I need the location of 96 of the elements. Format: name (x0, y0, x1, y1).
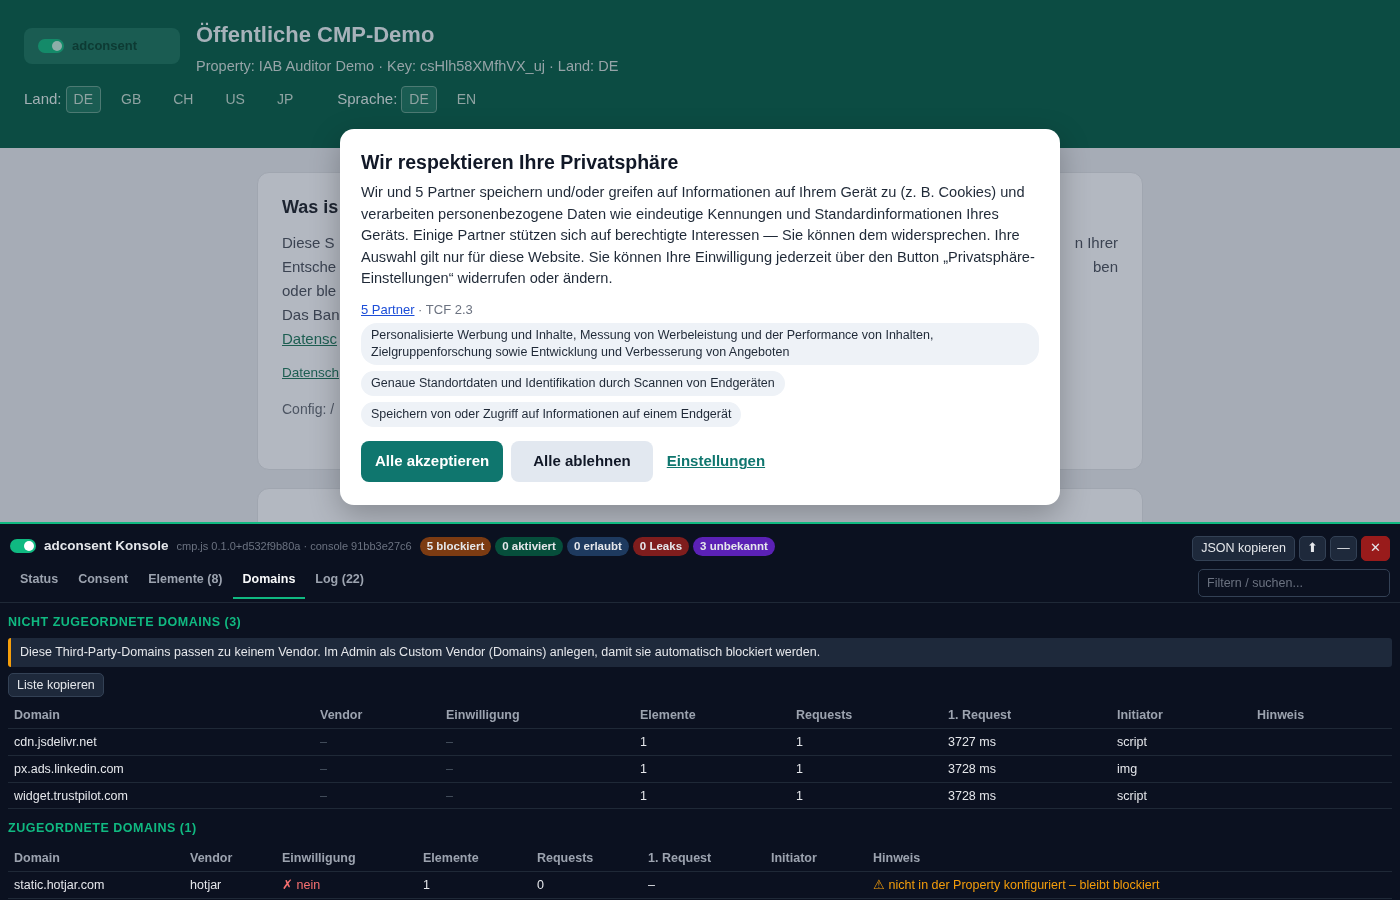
console-tab[interactable]: Status (10, 564, 69, 599)
version-text: cmp.js 0.1.0+d532f9b80a · console 91bb3e27c6 (176, 538, 412, 554)
table-cell: – (446, 788, 453, 803)
purpose-tag: Speichern von oder Zugriff auf Informationen auf einem Endgerät (361, 402, 742, 428)
page-subtitle: Property: IAB Auditor Demo · Key: csHlh58XMfhVX_uj · Land: DE (196, 57, 619, 77)
dialog-title: Wir respektieren Ihre Privatsphäre (361, 151, 680, 175)
column-header: Elemente (417, 844, 531, 872)
column-header: Hinweis (867, 844, 1392, 872)
table-cell: 1 (640, 735, 647, 749)
console-tab[interactable]: Consent (68, 564, 139, 599)
toggle-switch[interactable] (10, 539, 36, 554)
column-header: Elemente (634, 701, 790, 729)
table-cell: script (1117, 788, 1147, 803)
minimize-button[interactable]: — (1330, 536, 1357, 561)
table-cell: – (320, 735, 327, 749)
table-cell: – (320, 788, 327, 803)
status-badge: 5 blockiert (419, 536, 492, 556)
column-header: Vendor (314, 701, 440, 729)
card-text: Das Ban (282, 305, 340, 325)
console-tab[interactable]: Domains (232, 564, 306, 599)
copy-json-button[interactable]: JSON kopieren (1192, 536, 1295, 561)
card-text: Config: / (282, 400, 335, 419)
option-label: Sprache: (337, 89, 398, 110)
table-cell: 1 (640, 788, 647, 803)
column-header: Hinweis (1251, 701, 1392, 729)
logo-toggle-icon (38, 39, 64, 53)
card-text: n Ihrer (1074, 233, 1118, 253)
table-cell: 0 (537, 877, 544, 892)
column-header: Requests (531, 844, 642, 872)
column-header: 1. Request (942, 701, 1111, 729)
table-cell: 1 (640, 761, 647, 776)
column-header: Requests (790, 701, 942, 729)
link[interactable]: Datensch (282, 361, 340, 385)
table-cell: – (648, 877, 655, 892)
table-cell: – (320, 761, 327, 776)
console-title: adconsent Konsole (44, 537, 169, 555)
page-title: Öffentliche CMP-Demo (196, 22, 436, 49)
notice-banner: Diese Third-Party-Domains passen zu keinem Vendor. Im Admin als Custom Vendor (Domains) anlegen, damit sie automatisch blockiert werden. (8, 637, 1392, 667)
table-cell: hotjar (190, 877, 222, 892)
option-button[interactable]: CH (165, 86, 202, 114)
filter-field[interactable]: Filtern / suchen... (1198, 569, 1390, 597)
column-header: Initiator (765, 844, 867, 872)
upload-button[interactable]: ⬆ (1299, 536, 1326, 561)
status-badge: 0 Leaks (632, 536, 690, 556)
table-cell: 1 (423, 877, 430, 892)
column-header: Vendor (184, 844, 276, 872)
table-cell: 3728 ms (948, 788, 996, 803)
partners-link[interactable]: 5 Partner (361, 301, 415, 317)
option-button[interactable]: US (217, 86, 253, 114)
table-cell: – (446, 761, 453, 776)
table-cell: static.hotjar.com (14, 877, 105, 892)
card-text: ben (1092, 257, 1118, 277)
option-button[interactable]: GB (113, 86, 150, 114)
card-heading: Was is (282, 196, 339, 219)
column-header: Einwilligung (276, 844, 417, 872)
table-cell: ✗ nein (282, 877, 321, 892)
table-cell: 3727 ms (948, 735, 996, 749)
reject-button[interactable]: Alle ablehnen (511, 441, 653, 482)
card-text: Diese S (282, 233, 335, 253)
link[interactable]: Datensc (282, 327, 338, 351)
table-cell: – (446, 735, 453, 749)
status-badge: 0 erlaubt (566, 536, 629, 556)
column-header: Initiator (1111, 701, 1251, 729)
option-label: Land: (24, 89, 62, 110)
tcf-version: · TCF 2.3 (418, 301, 473, 317)
purpose-tag: Personalisierte Werbung und Inhalte, Messung von Werbeleistung und der Performance von Inhalten, Zielgruppenforschung sowie Entwicklung und Verbesserung von Angeboten (361, 323, 1039, 366)
column-header: Einwilligung (440, 701, 634, 729)
table-cell: 1 (796, 761, 803, 776)
section-title: NICHT ZUGEORDNETE DOMAINS (3) (8, 614, 243, 631)
card-text: Entsche (282, 257, 337, 277)
option-button[interactable]: JP (268, 86, 302, 114)
table-cell: ⚠ nicht in der Property konfiguriert – bleibt blockiert (873, 877, 1160, 892)
console-tab[interactable]: Elemente (8) (138, 564, 233, 599)
copy-list-button[interactable]: Liste kopieren (8, 672, 104, 698)
table-cell: 1 (796, 735, 803, 749)
table-cell: 3728 ms (948, 761, 996, 776)
purpose-tag: Genaue Standortdaten und Identifikation durch Scannen von Endgeräten (361, 371, 785, 397)
section-title: ZUGEORDNETE DOMAINS (1) (8, 820, 198, 838)
status-badge: 3 unbekannt (693, 536, 775, 556)
column-header: Domain (8, 844, 184, 872)
table-cell: cdn.jsdelivr.net (14, 735, 97, 749)
column-header: Domain (8, 701, 314, 729)
option-button[interactable]: EN (448, 86, 485, 114)
card-text: oder ble (282, 281, 337, 301)
status-badge: 0 aktiviert (495, 536, 563, 556)
accept-button[interactable]: Alle akzeptieren (361, 441, 504, 482)
column-header: 1. Request (642, 844, 765, 872)
table-cell: script (1117, 735, 1147, 749)
table-cell: 1 (796, 788, 803, 803)
settings-link[interactable]: Einstellungen (660, 449, 772, 474)
dialog-text: Wir und 5 Partner speichern und/oder greifen auf Informationen auf Ihrem Gerät zu (z. B. Cookies) und verarbeiten personenbezogene Daten wie eindeutige Kennungen und Standardinformationen Ihres Geräts. Einige Partner stützen sich auf berechtigte Interessen — Sie können dem widersprechen. Ihre Auswahl gilt nur für diese Website. Sie können Ihre Einwilligung jederzeit über den Button „Privatsphäre-Einstellungen“ widerrufen oder ändern. (361, 183, 1036, 289)
console-tab[interactable]: Log (22) (305, 564, 374, 599)
close-button[interactable]: ✕ (1361, 536, 1390, 561)
table-cell: widget.trustpilot.com (14, 788, 128, 803)
table-cell: img (1117, 761, 1138, 776)
table-cell: px.ads.linkedin.com (14, 761, 124, 776)
